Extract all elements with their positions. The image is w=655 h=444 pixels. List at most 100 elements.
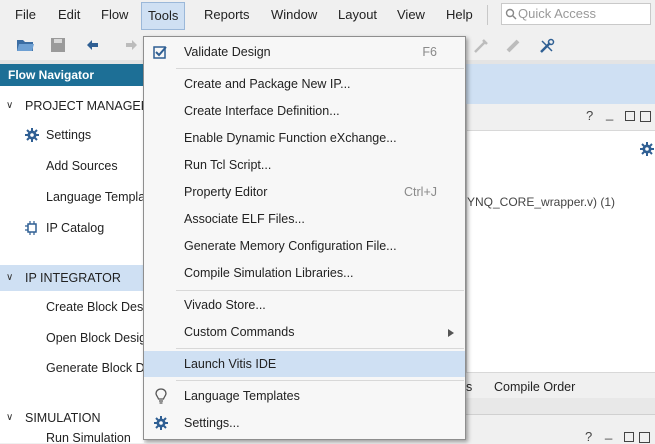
flow-navigator-panel: ∨ PROJECT MANAGER Settings Add Sources L… <box>0 86 150 444</box>
nav-item-label: Generate Block D <box>46 361 145 375</box>
panel-tab-bar: s Compile Order <box>466 372 655 399</box>
maximize-icon[interactable] <box>639 432 650 443</box>
menu-item-run-tcl-script[interactable]: Run Tcl Script... <box>144 152 465 178</box>
help-icon[interactable]: ? <box>586 108 593 123</box>
menu-item-vivado-store[interactable]: Vivado Store... <box>144 292 465 318</box>
save-icon[interactable] <box>50 37 66 53</box>
menu-flow[interactable]: Flow <box>101 6 128 24</box>
minimize-icon[interactable]: _ <box>605 425 612 440</box>
chevron-down-icon: ∨ <box>6 272 14 283</box>
gear-icon <box>25 128 39 142</box>
nav-item-label: Settings <box>46 128 92 142</box>
lightbulb-icon <box>155 388 167 404</box>
sources-panel: ? _ YNQ_CORE_wrapper.v) (1) <box>466 104 655 404</box>
menu-item-associate-elf[interactable]: Associate ELF Files... <box>144 206 465 232</box>
ip-chip-icon <box>25 221 37 235</box>
lower-panel-titlebar: ? _ <box>466 414 655 444</box>
menu-item-label: Property Editor <box>184 185 268 199</box>
flow-navigator-header: Flow Navigator <box>0 64 144 86</box>
restore-icon[interactable] <box>625 111 635 121</box>
menubar-divider <box>487 5 488 25</box>
section-simulation[interactable]: ∨ SIMULATION <box>0 406 144 430</box>
open-folder-icon[interactable] <box>16 37 36 53</box>
search-icon <box>505 8 517 20</box>
undo-icon[interactable] <box>86 37 104 53</box>
section-label: PROJECT MANAGER <box>25 99 150 113</box>
menu-item-create-package-ip[interactable]: Create and Package New IP... <box>144 71 465 97</box>
menu-item-launch-vitis-ide[interactable]: Launch Vitis IDE <box>144 351 465 377</box>
menu-item-label: Create Interface Definition... <box>184 104 340 118</box>
lower-panel: ? _ <box>466 398 655 444</box>
menu-item-label: Custom Commands <box>184 325 295 339</box>
menu-item-label: Language Templates <box>184 389 300 403</box>
menu-separator <box>176 68 464 69</box>
nav-item-settings[interactable]: Settings <box>0 123 144 147</box>
menu-item-label: Enable Dynamic Function eXchange... <box>184 131 397 145</box>
menu-file[interactable]: File <box>15 6 36 24</box>
section-ip-integrator[interactable]: ∨ IP INTEGRATOR <box>0 265 144 291</box>
menu-layout[interactable]: Layout <box>338 6 377 24</box>
chevron-down-icon: ∨ <box>6 412 14 423</box>
nav-item-label: Create Block Desi <box>46 300 147 314</box>
nav-item-language-templates[interactable]: Language Templa <box>0 185 146 209</box>
disabled-tool-icon[interactable] <box>505 38 521 54</box>
menu-bar: File Edit Flow Tools Reports Window Layo… <box>0 0 655 30</box>
maximize-icon[interactable] <box>640 111 651 122</box>
menu-item-label: Generate Memory Configuration File... <box>184 239 397 253</box>
quick-access-input[interactable]: Quick Access <box>501 3 651 25</box>
nav-item-label: Run Simulation <box>46 432 131 444</box>
tab-compile-order[interactable]: Compile Order <box>494 380 575 394</box>
nav-item-generate-block-design[interactable]: Generate Block D <box>0 356 145 380</box>
shortcut-label: Ctrl+J <box>404 185 437 199</box>
menu-help[interactable]: Help <box>446 6 473 24</box>
minimize-icon[interactable]: _ <box>606 106 613 121</box>
nav-item-label: Add Sources <box>46 159 118 173</box>
nav-item-open-block-design[interactable]: Open Block Desig <box>0 326 146 350</box>
panel-titlebar: ? _ <box>467 104 655 131</box>
section-project-manager[interactable]: ∨ PROJECT MANAGER <box>0 94 150 118</box>
menu-window[interactable]: Window <box>271 6 317 24</box>
menu-item-label: Associate ELF Files... <box>184 212 305 226</box>
menu-item-compile-sim-libraries[interactable]: Compile Simulation Libraries... <box>144 260 465 286</box>
source-file-fragment[interactable]: YNQ_CORE_wrapper.v) (1) <box>467 195 615 209</box>
nav-item-create-block-design[interactable]: Create Block Desi <box>0 295 147 319</box>
menu-item-label: Run Tcl Script... <box>184 158 272 172</box>
menu-reports[interactable]: Reports <box>204 6 250 24</box>
menu-item-settings[interactable]: Settings... <box>144 410 465 436</box>
menu-item-label: Vivado Store... <box>184 298 266 312</box>
tab-partial[interactable]: s <box>466 380 472 394</box>
settings-tool-icon[interactable] <box>538 37 556 55</box>
menu-item-label: Compile Simulation Libraries... <box>184 266 354 280</box>
restore-icon[interactable] <box>624 432 634 442</box>
menu-item-language-templates[interactable]: Language Templates <box>144 383 465 409</box>
chevron-down-icon: ∨ <box>6 100 14 111</box>
tools-menu: Validate Design F6 Create and Package Ne… <box>143 36 466 440</box>
menu-separator <box>176 348 464 349</box>
nav-item-label: Language Templa <box>46 190 146 204</box>
validate-check-icon <box>153 46 167 59</box>
nav-item-add-sources[interactable]: Add Sources <box>0 154 144 178</box>
shortcut-label: F6 <box>422 45 437 59</box>
menu-separator <box>176 290 464 291</box>
section-label: SIMULATION <box>25 411 101 425</box>
nav-item-ip-catalog[interactable]: IP Catalog <box>0 216 144 240</box>
menu-item-enable-dfx[interactable]: Enable Dynamic Function eXchange... <box>144 125 465 151</box>
menu-item-custom-commands[interactable]: Custom Commands <box>144 319 465 345</box>
disabled-tool-icon[interactable] <box>473 38 489 54</box>
redo-icon[interactable] <box>120 37 138 53</box>
gear-icon <box>154 416 168 430</box>
menu-item-label: Settings... <box>184 416 240 430</box>
right-header-strip <box>466 64 655 104</box>
menu-tools[interactable]: Tools <box>141 2 186 30</box>
gear-icon[interactable] <box>640 142 654 156</box>
menu-view[interactable]: View <box>397 6 425 24</box>
menu-item-label: Validate Design <box>184 45 271 59</box>
menu-item-property-editor[interactable]: Property Editor Ctrl+J <box>144 179 465 205</box>
nav-item-run-simulation[interactable]: Run Simulation <box>0 432 144 444</box>
menu-item-create-interface-definition[interactable]: Create Interface Definition... <box>144 98 465 124</box>
menu-item-validate-design[interactable]: Validate Design F6 <box>144 39 465 65</box>
menu-item-generate-memory-config[interactable]: Generate Memory Configuration File... <box>144 233 465 259</box>
menu-edit[interactable]: Edit <box>58 6 80 24</box>
help-icon[interactable]: ? <box>585 429 592 444</box>
menu-item-label: Launch Vitis IDE <box>184 357 277 371</box>
